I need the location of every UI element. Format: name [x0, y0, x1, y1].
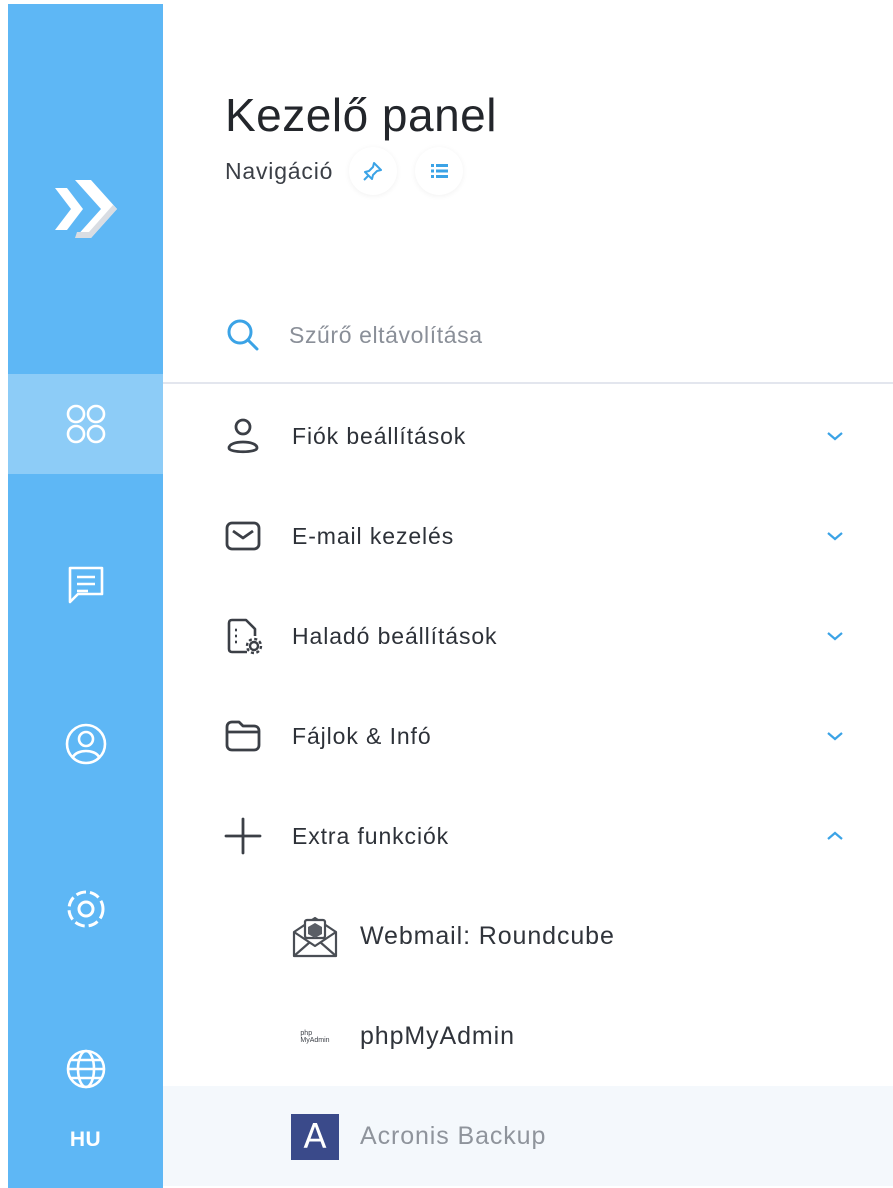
menu-item-extra-features[interactable]: Extra funkciók [163, 786, 893, 886]
menu-item-email[interactable]: E-mail kezelés [163, 486, 893, 586]
menu-label: Fájlok & Infó [292, 722, 432, 749]
chevron-down-icon [823, 526, 847, 546]
rail-item-language[interactable] [8, 1019, 163, 1119]
list-icon [431, 164, 449, 178]
globe-icon [66, 1049, 105, 1089]
rail-item-messages[interactable] [8, 534, 163, 634]
plus-icon [223, 816, 263, 856]
pin-button[interactable] [349, 147, 398, 195]
divider [163, 382, 893, 384]
user-circle-icon [65, 723, 106, 765]
roundcube-icon [290, 914, 340, 960]
sub-item-roundcube[interactable]: Webmail: Roundcube [163, 886, 893, 986]
page-title: Kezelő panel [225, 89, 497, 141]
menu-item-account-settings[interactable]: Fiók beállítások [163, 386, 893, 486]
rail-item-dashboard[interactable] [8, 374, 163, 474]
rail-item-settings[interactable] [8, 859, 163, 959]
sub-item-label: phpMyAdmin [360, 1021, 515, 1050]
menu-label: Haladó beállítások [292, 622, 498, 649]
acronis-icon: A [290, 1114, 340, 1160]
subtitle-row: Navigáció [225, 146, 464, 196]
user-icon [223, 416, 263, 456]
phpmyadmin-logo-text: MyAdmin [300, 1037, 330, 1044]
grid-icon [66, 404, 105, 444]
acronis-logo-text: A [303, 1117, 327, 1157]
chevron-up-icon [823, 826, 847, 846]
subtitle: Navigáció [225, 157, 334, 184]
menu-item-advanced-settings[interactable]: Haladó beállítások [163, 586, 893, 686]
search-input[interactable] [289, 321, 809, 349]
menu-item-files-info[interactable]: Fájlok & Infó [163, 686, 893, 786]
mail-icon [223, 516, 263, 556]
chevron-down-icon [823, 426, 847, 446]
language-label[interactable]: HU [8, 1128, 163, 1152]
sub-item-acronis[interactable]: A Acronis Backup [163, 1086, 893, 1186]
sub-item-label: Acronis Backup [360, 1121, 547, 1150]
logo[interactable] [8, 164, 163, 254]
logo-icon [54, 180, 117, 238]
menu-label: Fiók beállítások [292, 422, 467, 449]
menu-label: Extra funkciók [292, 822, 450, 849]
chevron-down-icon [823, 626, 847, 646]
settings-icon [67, 890, 104, 928]
sub-item-label: Webmail: Roundcube [360, 921, 615, 950]
list-view-button[interactable] [415, 147, 464, 195]
menu-label: E-mail kezelés [292, 522, 455, 549]
search-icon [227, 319, 259, 351]
phpmyadmin-logo-text: php [300, 1030, 313, 1037]
folder-icon [223, 716, 263, 756]
document-settings-icon [223, 616, 263, 656]
sub-item-phpmyadmin[interactable]: php MyAdmin phpMyAdmin [163, 986, 893, 1086]
pin-icon [363, 162, 383, 181]
phpmyadmin-icon: php MyAdmin [290, 1014, 340, 1060]
rail-item-account[interactable] [8, 694, 163, 794]
message-icon [68, 566, 103, 604]
search-bar [225, 305, 865, 365]
chevron-down-icon [823, 726, 847, 746]
side-rail: HU [8, 4, 163, 1188]
